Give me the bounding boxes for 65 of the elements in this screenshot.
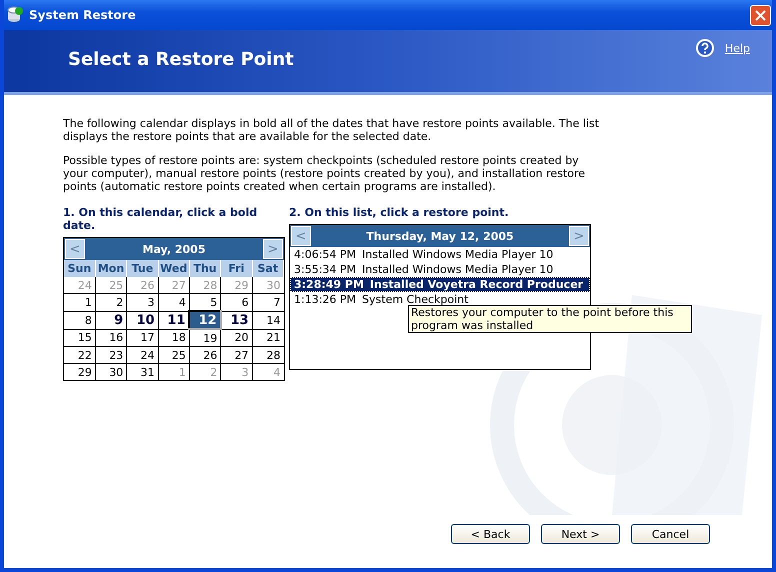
calendar-day[interactable]: 24 [126, 346, 158, 364]
weekday-label: Tue [126, 260, 158, 277]
calendar-day[interactable]: 15 [64, 329, 96, 346]
restore-point-time: 4:06:54 PM [294, 248, 356, 261]
month-label: May, 2005 [142, 242, 206, 256]
calendar-day[interactable]: 31 [126, 364, 158, 380]
calendar-day[interactable]: 28 [252, 346, 284, 364]
restore-point-time: 3:28:49 PM [294, 278, 364, 291]
window-title: System Restore [29, 8, 137, 22]
description-text: The following calendar displays in bold all of the dates that have restore points available. The list displays the restore points that are available for the selected date. [63, 117, 600, 143]
calendar-day[interactable]: 9 [95, 311, 127, 329]
close-button[interactable] [750, 4, 771, 26]
calendar-day[interactable]: 3 [126, 294, 158, 311]
page-title: Select a Restore Point [68, 48, 295, 70]
restore-point-item[interactable]: 4:06:54 PM Installed Windows Media Player 10 [290, 247, 590, 262]
calendar-day[interactable]: 6 [220, 294, 252, 311]
restore-point-time: 1:13:26 PM [294, 293, 356, 306]
calendar-day[interactable]: 8 [64, 311, 96, 329]
list-instruction: 2. On this list, click a restore point. [289, 206, 510, 219]
calendar-day[interactable]: 27 [220, 346, 252, 364]
wizard-button[interactable]: Next > [541, 524, 620, 544]
wizard-button[interactable]: Cancel [631, 524, 710, 544]
calendar-day[interactable]: 7 [252, 294, 284, 311]
description-text: Possible types of restore points are: system checkpoints (scheduled restore points created by your computer), manual restore points (restore points created by you), and installation restore points (automatic restore points created when certain programs are installed). [63, 154, 586, 193]
calendar-day[interactable]: 19 [189, 329, 221, 346]
calendar-day[interactable]: 12 [189, 311, 221, 329]
help-icon[interactable] [694, 38, 715, 58]
calendar-day[interactable]: 25 [158, 346, 190, 364]
restore-point-description: System Checkpoint [362, 293, 468, 306]
weekday-label: Sun [64, 260, 96, 277]
calendar-day[interactable]: 10 [126, 311, 158, 329]
calendar-day[interactable]: 29 [64, 364, 96, 380]
restore-point-description: Installed Voyetra Record Producer [370, 278, 584, 291]
restore-point-item[interactable]: 3:28:49 PM Installed Voyetra Record Producer [290, 277, 590, 292]
weekday-label: Thu [189, 260, 221, 277]
calendar-day[interactable]: 1 [64, 294, 96, 311]
calendar-day[interactable]: 4 [158, 294, 190, 311]
calendar-day[interactable]: 22 [64, 346, 96, 364]
weekday-label: Fri [220, 260, 252, 277]
calendar-day[interactable]: 23 [95, 346, 127, 364]
tooltip: Restores your computer to the point before this program was installed [408, 305, 692, 333]
calendar-day[interactable]: 13 [220, 311, 252, 329]
restore-point-time: 3:55:34 PM [294, 263, 356, 276]
close-icon [755, 10, 766, 20]
calendar-day[interactable]: 17 [126, 329, 158, 346]
restore-point-item[interactable]: 3:55:34 PM Installed Windows Media Player 10 [290, 262, 590, 277]
restore-point-description: Installed Windows Media Player 10 [362, 248, 554, 261]
calendar-day[interactable]: 26 [189, 346, 221, 364]
calendar-instruction: 1. On this calendar, click a bold date. [63, 206, 258, 232]
help-link[interactable]: Help [724, 42, 750, 54]
restore-app-icon [6, 6, 24, 24]
weekday-label: Mon [95, 260, 127, 277]
calendar-day[interactable]: 14 [252, 311, 284, 329]
calendar-day[interactable]: 16 [95, 329, 127, 346]
weekday-label: Sat [252, 260, 284, 277]
restore-point-item[interactable]: 1:13:26 PM System Checkpoint [290, 292, 590, 307]
calendar-day[interactable]: 21 [252, 329, 284, 346]
calendar-day[interactable]: 20 [220, 329, 252, 346]
calendar-day[interactable]: 2 [95, 294, 127, 311]
date-label: Thursday, May 12, 2005 [365, 230, 515, 242]
calendar-day[interactable]: 18 [158, 329, 190, 346]
calendar-day[interactable]: 30 [95, 364, 127, 380]
wizard-button[interactable]: < Back [451, 524, 530, 544]
weekday-label: Wed [158, 260, 190, 277]
restore-point-description: Installed Windows Media Player 10 [362, 263, 554, 276]
